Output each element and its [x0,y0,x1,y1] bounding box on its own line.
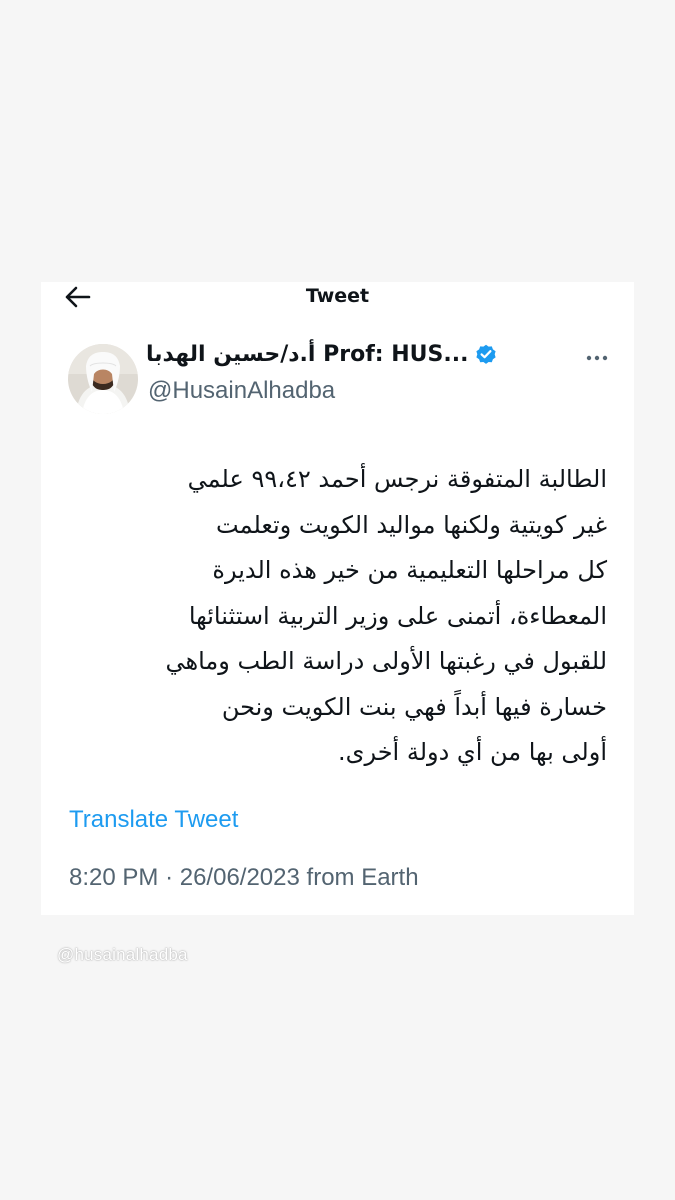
author-handle[interactable]: @HusainAlhadba [148,377,335,405]
author-name-row[interactable]: أ.د/حسين الهدبا Prof: HUS... [146,337,498,371]
tweet-date[interactable]: 26/06/2023 [180,864,300,891]
meta-separator: · [165,864,174,891]
tweet-line: خسارة فيها أبداً فهي بنت الكويت ونحن [221,692,607,721]
verified-badge-icon [476,344,497,364]
tweet-line: غير كويتية ولكنها مواليد الكويت وتعلمت [216,510,607,539]
tweet-line: أولى بها من أي دولة أخرى. [338,738,607,766]
tweet-time[interactable]: 8:20 PM [69,864,158,891]
translate-tweet-link[interactable]: Translate Tweet [69,806,238,834]
tweet-metadata: 8:20 PM · 26/06/2023 from Earth [69,864,419,892]
tweet-line: كل مراحلها التعليمية من خير هذه الديرة [212,556,607,584]
author-display-name[interactable]: أ.د/حسين الهدبا Prof: HUS... [146,342,468,367]
avatar-image [68,344,138,414]
tweet-line: الطالبة المتفوقة نرجس أحمد ٩٩،٤٢ علمي [187,465,607,493]
tweet-text: الطالبة المتفوقة نرجس أحمد ٩٩،٤٢ علمي غي… [69,457,607,776]
avatar[interactable] [68,344,138,414]
tweet-line: للقبول في رغبتها الأولى دراسة الطب وماهي [165,647,607,675]
page-title: Tweet [305,285,370,307]
tweet-line: المعطاءة، أتمنى على وزير التربية استثنائ… [188,601,607,630]
tweet-card: Tweet أ.د/حسين الهدبا Prof: HUS... @Husa… [41,282,634,915]
watermark-handle: @husainalhadba [57,945,188,964]
more-options-icon[interactable] [585,352,609,364]
tweet-source: from Earth [306,864,419,891]
